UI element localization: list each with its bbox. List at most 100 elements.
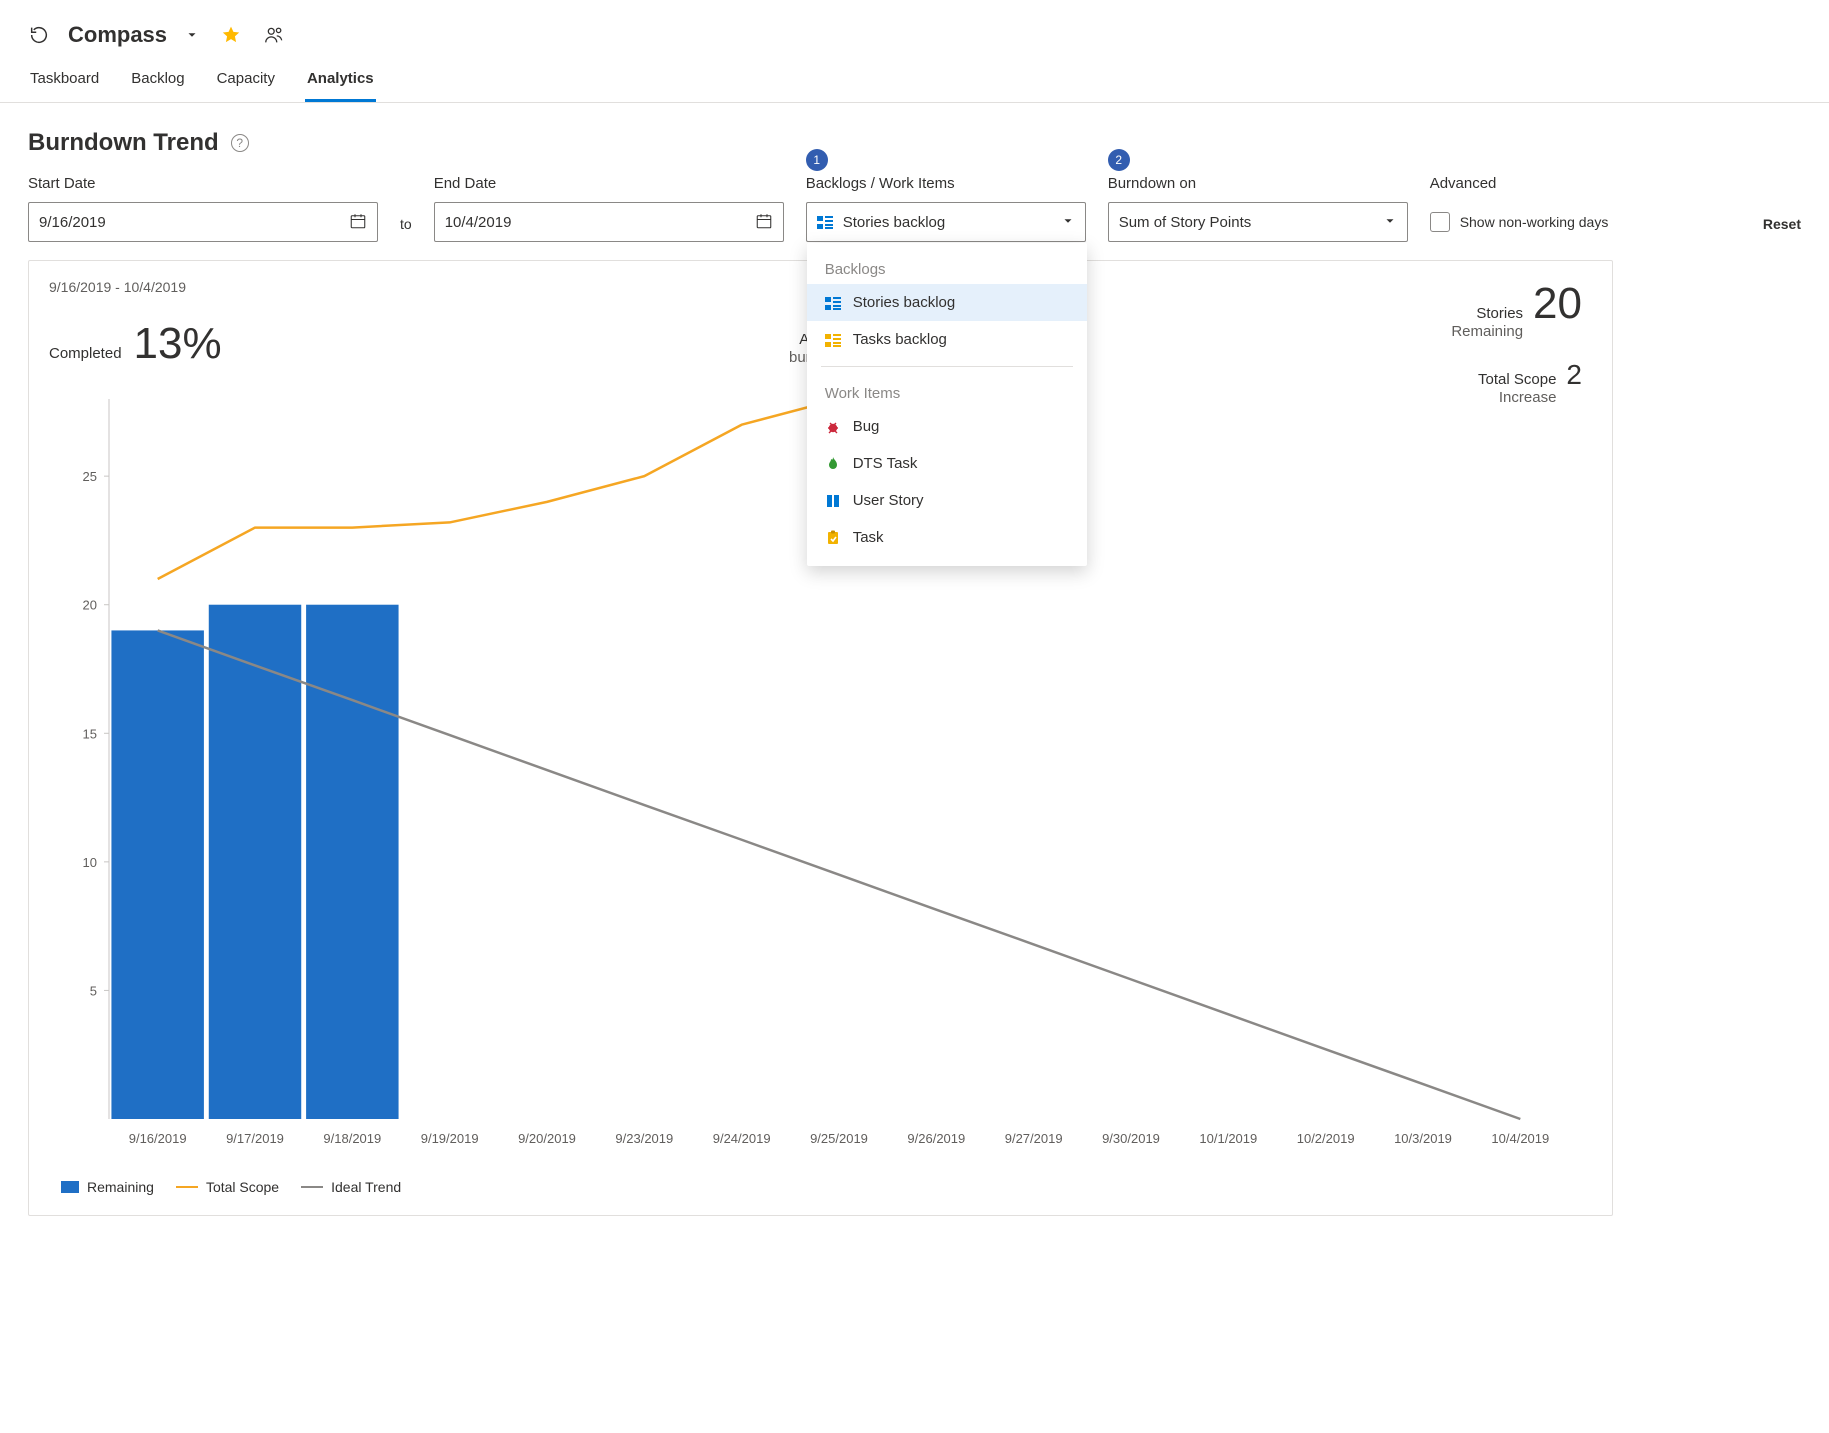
backlogs-dropdown[interactable]: Stories backlog Backlogs Stories backlog… bbox=[806, 202, 1086, 242]
svg-text:25: 25 bbox=[83, 469, 97, 484]
burndown-on-field: 2 Burndown on Sum of Story Points bbox=[1108, 175, 1408, 242]
menu-item-dts-task[interactable]: DTS Task bbox=[807, 445, 1087, 482]
legend-ideal-trend: Ideal Trend bbox=[301, 1179, 401, 1195]
svg-text:9/18/2019: 9/18/2019 bbox=[323, 1131, 381, 1146]
backlogs-value: Stories backlog bbox=[843, 214, 946, 231]
menu-item-stories-backlog[interactable]: Stories backlog bbox=[807, 284, 1087, 321]
svg-text:9/17/2019: 9/17/2019 bbox=[226, 1131, 284, 1146]
metric-sr-l1: Stories bbox=[1476, 305, 1523, 323]
svg-text:20: 20 bbox=[83, 598, 97, 613]
svg-text:10/2/2019: 10/2/2019 bbox=[1297, 1131, 1355, 1146]
metric-completed-label: Completed bbox=[49, 345, 122, 362]
legend-remaining-label: Remaining bbox=[87, 1179, 154, 1195]
metric-stories-remaining: Stories Remaining 20 bbox=[1451, 279, 1582, 341]
tab-taskboard[interactable]: Taskboard bbox=[28, 60, 101, 102]
menu-item-label: Stories backlog bbox=[853, 294, 956, 311]
legend-ideal-trend-label: Ideal Trend bbox=[331, 1179, 401, 1195]
chevron-down-icon bbox=[1383, 214, 1397, 231]
page-title-row: Burndown Trend ? bbox=[0, 103, 1829, 167]
bug-icon bbox=[825, 419, 841, 435]
svg-text:9/30/2019: 9/30/2019 bbox=[1102, 1131, 1160, 1146]
tab-backlog[interactable]: Backlog bbox=[129, 60, 186, 102]
svg-text:9/24/2019: 9/24/2019 bbox=[713, 1131, 771, 1146]
burndown-on-dropdown[interactable]: Sum of Story Points bbox=[1108, 202, 1408, 242]
svg-text:10/1/2019: 10/1/2019 bbox=[1199, 1131, 1257, 1146]
show-non-working-days-label: Show non-working days bbox=[1460, 214, 1609, 230]
end-date-input[interactable]: 10/4/2019 bbox=[434, 202, 784, 242]
metric-scope-increase: Total Scope Increase 2 bbox=[1478, 359, 1582, 407]
legend-remaining: Remaining bbox=[61, 1179, 154, 1195]
svg-text:10: 10 bbox=[83, 855, 97, 870]
burndown-on-label: Burndown on bbox=[1108, 175, 1408, 192]
page-title: Burndown Trend bbox=[28, 129, 219, 157]
to-label: to bbox=[400, 216, 412, 242]
metric-completed: Completed 13% bbox=[49, 319, 222, 369]
show-non-working-days-checkbox[interactable] bbox=[1430, 212, 1450, 232]
start-date-label: Start Date bbox=[28, 175, 378, 192]
tab-capacity[interactable]: Capacity bbox=[215, 60, 277, 102]
end-date-field: End Date 10/4/2019 bbox=[434, 175, 784, 242]
metric-stories-remaining-value: 20 bbox=[1533, 279, 1582, 329]
reset-button[interactable]: Reset bbox=[1763, 216, 1801, 242]
refresh-loop-icon[interactable] bbox=[24, 20, 54, 50]
advanced-label: Advanced bbox=[1430, 175, 1609, 192]
menu-item-label: User Story bbox=[853, 492, 924, 509]
svg-text:9/26/2019: 9/26/2019 bbox=[907, 1131, 965, 1146]
project-chevron-down-icon[interactable] bbox=[181, 24, 203, 46]
start-date-input[interactable]: 9/16/2019 bbox=[28, 202, 378, 242]
menu-item-label: Task bbox=[853, 529, 884, 546]
book-icon bbox=[825, 493, 841, 509]
calendar-icon bbox=[349, 212, 367, 233]
filter-bar: Start Date 9/16/2019 to End Date 10/4/20… bbox=[0, 167, 1829, 260]
favorite-star-icon[interactable] bbox=[217, 21, 245, 49]
backlogs-dropdown-menu: Backlogs Stories backlog Tasks backlog W… bbox=[807, 243, 1087, 566]
metric-scope-increase-value: 2 bbox=[1566, 359, 1582, 391]
tab-analytics[interactable]: Analytics bbox=[305, 60, 376, 102]
team-people-icon[interactable] bbox=[259, 20, 289, 50]
metric-completed-value: 13% bbox=[134, 319, 222, 369]
menu-separator bbox=[821, 366, 1073, 367]
stories-icon bbox=[825, 295, 841, 311]
tab-bar: Taskboard Backlog Capacity Analytics bbox=[0, 60, 1829, 103]
svg-text:9/16/2019: 9/16/2019 bbox=[129, 1131, 187, 1146]
chart-legend: Remaining Total Scope Ideal Trend bbox=[49, 1179, 1592, 1195]
calendar-icon bbox=[755, 212, 773, 233]
metric-si-l1: Total Scope bbox=[1478, 371, 1556, 389]
menu-item-label: Tasks backlog bbox=[853, 331, 947, 348]
menu-item-tasks-backlog[interactable]: Tasks backlog bbox=[807, 321, 1087, 358]
svg-text:5: 5 bbox=[90, 983, 97, 998]
svg-text:9/19/2019: 9/19/2019 bbox=[421, 1131, 479, 1146]
step-badge-1: 1 bbox=[806, 149, 828, 171]
metric-sr-l2: Remaining bbox=[1451, 323, 1523, 341]
legend-total-scope: Total Scope bbox=[176, 1179, 279, 1195]
burndown-on-value: Sum of Story Points bbox=[1119, 214, 1252, 231]
menu-item-label: DTS Task bbox=[853, 455, 918, 472]
help-icon[interactable]: ? bbox=[231, 134, 249, 152]
menu-item-user-story[interactable]: User Story bbox=[807, 482, 1087, 519]
chevron-down-icon bbox=[1061, 214, 1075, 231]
fire-icon bbox=[825, 456, 841, 472]
svg-text:15: 15 bbox=[83, 726, 97, 741]
project-header: Compass bbox=[0, 0, 1829, 60]
menu-header-backlogs: Backlogs bbox=[807, 251, 1087, 284]
project-title: Compass bbox=[68, 22, 167, 48]
menu-item-label: Bug bbox=[853, 418, 880, 435]
metric-si-l2: Increase bbox=[1499, 389, 1557, 407]
svg-text:10/3/2019: 10/3/2019 bbox=[1394, 1131, 1452, 1146]
start-date-value: 9/16/2019 bbox=[39, 214, 106, 231]
svg-text:10/4/2019: 10/4/2019 bbox=[1491, 1131, 1549, 1146]
tasks-icon bbox=[825, 332, 841, 348]
svg-text:9/23/2019: 9/23/2019 bbox=[615, 1131, 673, 1146]
svg-text:9/25/2019: 9/25/2019 bbox=[810, 1131, 868, 1146]
clipboard-icon bbox=[825, 530, 841, 546]
step-badge-2: 2 bbox=[1108, 149, 1130, 171]
stories-icon bbox=[817, 215, 833, 229]
menu-item-task[interactable]: Task bbox=[807, 519, 1087, 556]
end-date-label: End Date bbox=[434, 175, 784, 192]
backlogs-field: 1 Backlogs / Work Items Stories backlog … bbox=[806, 175, 1086, 242]
svg-text:9/27/2019: 9/27/2019 bbox=[1005, 1131, 1063, 1146]
backlogs-label: Backlogs / Work Items bbox=[806, 175, 1086, 192]
svg-text:9/20/2019: 9/20/2019 bbox=[518, 1131, 576, 1146]
menu-header-workitems: Work Items bbox=[807, 375, 1087, 408]
menu-item-bug[interactable]: Bug bbox=[807, 408, 1087, 445]
